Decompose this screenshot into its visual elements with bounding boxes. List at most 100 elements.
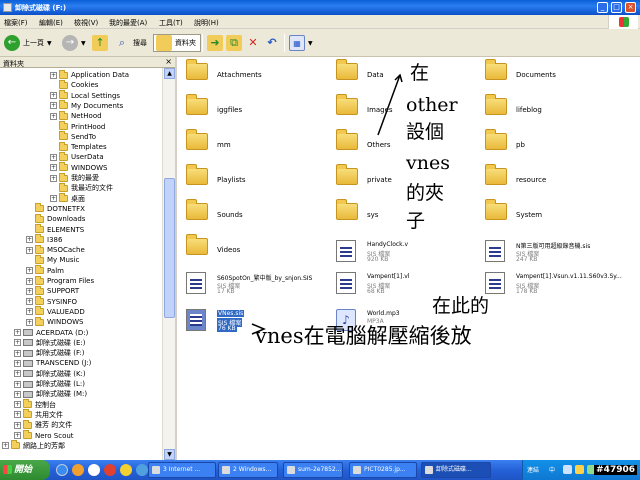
folder-quicklaunch-icon[interactable] [120,464,132,476]
tree-item[interactable]: Cookies [50,79,98,90]
tree-item[interactable]: + 卸除式磁碟 (K:) [14,369,86,379]
tree-item[interactable]: PrintHood [50,121,105,132]
tree-item[interactable]: + 卸除式磁碟 (F:) [14,348,85,358]
expand-icon[interactable]: + [26,267,33,275]
file-item[interactable]: N第三版可用超級錄音機.sis SIS 檔案 247 KB [480,240,630,276]
folder-item[interactable]: Documents [480,59,630,97]
tree-item[interactable]: + UserData [50,151,104,162]
expand-icon[interactable]: + [50,195,57,203]
file-item[interactable]: HandyClock.v SIS 檔案 920 KB [331,240,481,276]
expand-icon[interactable]: + [26,236,33,244]
tree-item[interactable]: + MSOCache [26,244,85,255]
tree-item[interactable]: + 卸除式磁碟 (E:) [14,338,85,348]
undo-button[interactable]: ↶ [264,34,280,52]
menu-tools[interactable]: 工具(T) [159,18,183,28]
tree-item[interactable]: + WINDOWS [26,316,84,327]
desktop-quicklaunch-icon[interactable] [88,464,100,476]
tree-item[interactable]: + 共用文件 [14,409,63,420]
menu-favorites[interactable]: 我的最愛(A) [109,18,147,28]
expand-icon[interactable]: + [14,329,21,336]
file-item[interactable]: S60SpotOn_繁中版_by_snjon.SIS SIS 檔案 17 KB [181,272,331,308]
menu-help[interactable]: 說明(H) [194,18,219,28]
expand-icon[interactable]: + [50,71,57,79]
tree-item[interactable]: + WINDOWS [50,162,108,173]
taskbar-button-internet[interactable]: 3 Internet ... [148,462,216,478]
tree-item[interactable]: Templates [50,141,107,152]
expand-icon[interactable]: + [26,246,33,254]
expand-icon[interactable]: + [2,442,9,450]
folder-item[interactable]: Videos [181,234,331,272]
start-button[interactable]: 開始 [0,460,50,480]
tree-item[interactable]: My Music [26,254,79,265]
folder-item[interactable]: lifeblog [480,94,630,132]
tree-item[interactable]: + SYSINFO [26,296,77,307]
tree-item[interactable]: SendTo [50,131,96,142]
taskbar-button-pict[interactable]: PICT0285.jp... [349,462,417,478]
tree-item[interactable]: + Palm [26,265,64,276]
expand-icon[interactable]: + [14,390,21,398]
tree-item[interactable]: + Application Data [50,69,129,80]
tree-item[interactable]: DOTNETFX [26,203,85,214]
folders-button[interactable]: 資料夾 [153,34,201,52]
tree-item[interactable]: + Nero Scout [14,430,74,441]
expand-icon[interactable]: + [14,421,21,429]
folder-item[interactable]: Sounds [181,199,331,237]
back-button[interactable]: ← 上一頁 ▼ [4,34,52,52]
menu-view[interactable]: 檢視(V) [74,18,98,28]
expand-icon[interactable]: + [14,339,21,347]
copy-to-button[interactable]: ⧉ [226,34,242,52]
tree-item[interactable]: + 卸除式磁碟 (M:) [14,389,87,399]
folder-item[interactable]: resource [480,164,630,202]
tree-item[interactable]: + 控制台 [14,399,56,410]
app-quicklaunch-icon[interactable] [136,464,148,476]
folder-item[interactable]: iggfiles [181,94,331,132]
search-button[interactable]: ⌕ 搜尋 [114,34,147,52]
tree-item[interactable]: + VALUEADD [26,306,85,317]
scroll-up-icon[interactable]: ▲ [164,68,175,79]
close-button[interactable]: × [625,2,636,13]
tree-item[interactable]: + 桌面 [50,193,85,204]
folder-item[interactable]: mm [181,129,331,167]
tree-item[interactable]: + I386 [26,234,62,245]
expand-icon[interactable]: + [26,318,33,326]
expand-icon[interactable]: + [50,174,57,182]
tree-item[interactable]: + 網路上的芳鄰 [2,440,65,451]
tree-item[interactable]: + TRANSCEND (J:) [14,358,91,368]
tree-item[interactable]: + NetHood [50,110,102,121]
taskbar-button-explorer[interactable]: 卸除式磁碟... [421,462,491,478]
expand-icon[interactable]: + [50,92,57,100]
folder-item[interactable]: Data [331,59,481,97]
folder-item[interactable]: pb [480,129,630,167]
scroll-down-icon[interactable]: ▼ [164,449,175,460]
expand-icon[interactable]: + [14,401,21,409]
up-folder-button[interactable]: ↑ [92,34,108,52]
tray-icon[interactable] [563,465,572,474]
expand-icon[interactable]: + [14,359,21,367]
taskbar-button-windows[interactable]: 2 Windows... [218,462,278,478]
expand-icon[interactable]: + [14,411,21,419]
tray-icon[interactable] [575,465,584,474]
expand-icon[interactable]: + [26,308,33,316]
expand-icon[interactable]: + [14,349,21,357]
ime-indicator[interactable]: 中 [549,465,555,474]
move-to-button[interactable]: ➜ [207,34,223,52]
ie-quicklaunch-icon[interactable] [56,464,68,476]
views-button[interactable]: ▦ ▼ [289,34,313,52]
folder-item[interactable]: Attachments [181,59,331,97]
expand-icon[interactable]: + [26,287,33,295]
folder-pane-scrollbar[interactable]: ▲ ▼ [162,68,175,460]
tray-links-label[interactable]: 連結 [527,465,539,474]
expand-icon[interactable]: + [14,432,21,439]
minimize-button[interactable]: _ [597,2,608,13]
tree-item[interactable]: + Program Files [26,275,94,286]
expand-icon[interactable]: + [50,153,57,161]
expand-icon[interactable]: + [26,277,33,285]
tree-item[interactable]: ELEMENTS [26,224,84,235]
taskbar-button-sum[interactable]: sum-2e7852... [283,462,343,478]
tree-item[interactable]: + SUPPORT [26,285,79,296]
maximize-button[interactable]: □ [611,2,622,13]
scrollbar-thumb[interactable] [164,178,175,318]
tree-item[interactable]: + 卸除式磁碟 (L:) [14,379,85,389]
tree-item[interactable]: + My Documents [50,100,123,111]
expand-icon[interactable]: + [50,164,57,172]
